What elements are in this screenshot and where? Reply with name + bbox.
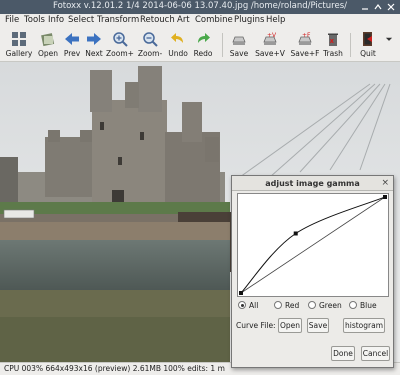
gallery-button[interactable]: Gallery: [4, 31, 34, 61]
redo-button[interactable]: Redo: [191, 31, 215, 61]
radio-red-label: Red: [285, 301, 300, 310]
arrow-right-icon: [87, 33, 101, 45]
dialog-titlebar[interactable]: adjust image gamma ×: [232, 176, 393, 191]
menu-retouch[interactable]: Retouch: [140, 15, 175, 25]
radio-blue[interactable]: Blue: [349, 301, 377, 313]
curve-node[interactable]: [239, 291, 243, 295]
menu-file[interactable]: File: [5, 15, 19, 25]
dialog-title: adjust image gamma: [265, 179, 360, 188]
status-text: CPU 003% 664x493x16 (preview) 2.61MB 100…: [4, 364, 225, 373]
trash-button[interactable]: x Trash: [321, 31, 345, 61]
menu-tools[interactable]: Tools: [24, 15, 45, 25]
gamma-curve-graph: [239, 195, 387, 295]
cancel-button[interactable]: Cancel: [361, 346, 390, 361]
menu-select[interactable]: Select: [68, 15, 94, 25]
radio-green-label: Green: [319, 301, 342, 310]
window-titlebar: Fotoxx v.12.01.2 1/4 2014-06-06 13.07.40…: [0, 0, 400, 14]
svg-text:+V: +V: [267, 32, 277, 39]
next-button[interactable]: Next: [84, 31, 104, 61]
curve-file-label: Curve File:: [236, 321, 276, 330]
zoom-out-button[interactable]: Zoom-: [136, 31, 164, 61]
gamma-dialog: adjust image gamma × All Red Green Blue …: [231, 175, 394, 368]
curve-node[interactable]: [383, 195, 387, 199]
channel-selector: All Red Green Blue: [238, 301, 388, 313]
save-file-label: Save+F: [290, 49, 320, 58]
radio-blue-label: Blue: [360, 301, 377, 310]
zoom-out-icon: [143, 32, 158, 47]
chevron-down-icon: [385, 37, 393, 41]
radio-all-label: All: [249, 301, 259, 310]
menu-art[interactable]: Art: [177, 15, 190, 25]
save-version-label: Save+V: [255, 49, 285, 58]
prev-button[interactable]: Prev: [62, 31, 82, 61]
prev-label: Prev: [63, 49, 81, 58]
radio-all[interactable]: All: [238, 301, 258, 313]
toolbar-separator: [350, 33, 351, 57]
redo-label: Redo: [193, 49, 213, 58]
open-curve-button[interactable]: Open: [278, 318, 302, 333]
save-file-icon: +F: [298, 32, 312, 45]
radio-unselected-icon: [274, 301, 282, 309]
zoom-in-icon: [113, 32, 128, 47]
undo-button[interactable]: Undo: [166, 31, 190, 61]
menu-combine[interactable]: Combine: [195, 15, 233, 25]
zoom-out-label: Zoom-: [137, 49, 163, 58]
dialog-close-icon[interactable]: ×: [381, 178, 389, 188]
quit-button[interactable]: Quit: [356, 31, 380, 61]
next-label: Next: [85, 49, 103, 58]
linear-reference-line: [240, 196, 386, 294]
radio-selected-icon: [238, 301, 246, 309]
save-curve-button[interactable]: Save: [307, 318, 329, 333]
zoom-in-button[interactable]: Zoom+: [106, 31, 134, 61]
open-icon: [41, 33, 55, 47]
quit-icon: [363, 32, 372, 46]
curve-node[interactable]: [293, 231, 298, 236]
trash-label: Trash: [323, 49, 343, 58]
radio-unselected-icon: [308, 301, 316, 309]
menu-transform[interactable]: Transform: [97, 15, 139, 25]
redo-icon: [198, 33, 210, 43]
radio-green[interactable]: Green: [308, 301, 342, 313]
histogram-button[interactable]: histogram: [343, 318, 385, 333]
radio-unselected-icon: [349, 301, 357, 309]
zoom-in-label: Zoom+: [106, 49, 134, 58]
save-button[interactable]: Save: [228, 31, 250, 61]
toolbar: Gallery Open Prev Next Zoom+ Zoom- Undo …: [0, 28, 400, 62]
close-icon[interactable]: [386, 2, 396, 12]
open-label: Open: [37, 49, 59, 58]
menu-info[interactable]: Info: [48, 15, 64, 25]
minimize-icon[interactable]: [360, 2, 370, 12]
quit-label: Quit: [360, 49, 376, 58]
save-version-button[interactable]: +V Save+V: [254, 31, 286, 61]
maximize-icon[interactable]: [373, 2, 383, 12]
menu-help[interactable]: Help: [266, 15, 285, 25]
save-file-button[interactable]: +F Save+F: [289, 31, 321, 61]
open-button[interactable]: Open: [36, 31, 60, 61]
menu-bar: File Tools Info Select Transform Retouch…: [0, 14, 400, 28]
done-button[interactable]: Done: [331, 346, 355, 361]
trash-icon: x: [328, 33, 338, 46]
undo-label: Undo: [168, 49, 188, 58]
gallery-icon: [12, 32, 26, 46]
gallery-label: Gallery: [5, 49, 33, 58]
undo-icon: [171, 33, 183, 43]
radio-red[interactable]: Red: [274, 301, 299, 313]
gamma-curve-editor[interactable]: [237, 193, 389, 297]
menu-plugins[interactable]: Plugins: [234, 15, 264, 25]
save-icon: [232, 36, 246, 45]
save-version-icon: +V: [263, 32, 277, 45]
svg-text:+F: +F: [302, 32, 311, 39]
window-title: Fotoxx v.12.01.2 1/4 2014-06-06 13.07.40…: [52, 1, 347, 11]
arrow-left-icon: [65, 33, 79, 45]
save-label: Save: [229, 49, 249, 58]
toolbar-overflow-button[interactable]: [384, 31, 394, 61]
toolbar-separator: [222, 33, 223, 57]
svg-text:x: x: [330, 37, 335, 45]
